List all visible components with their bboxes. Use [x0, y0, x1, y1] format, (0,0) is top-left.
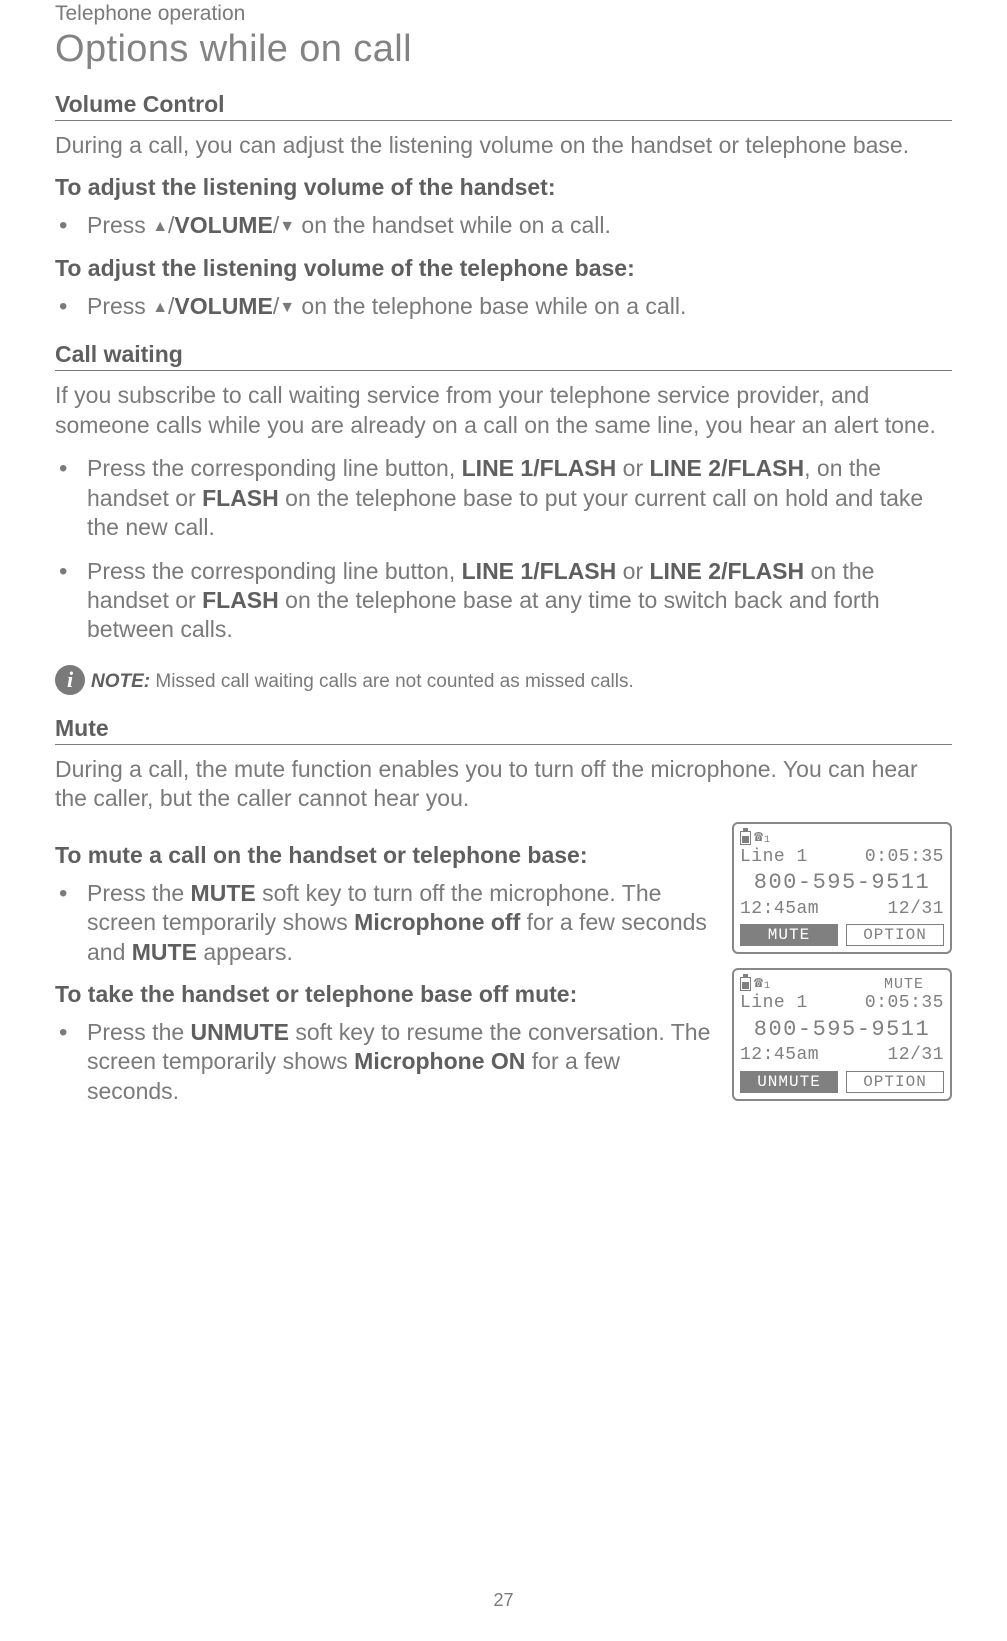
mute-key-label: MUTE — [191, 880, 256, 906]
mute-on-bullet: Press the MUTE soft key to turn off the … — [55, 879, 714, 967]
lcd-timer: 0:05:35 — [865, 846, 944, 869]
mute-on-label: To mute a call on the handset or telepho… — [55, 842, 714, 869]
callwaiting-bullet-1: Press the corresponding line button, LIN… — [55, 454, 952, 542]
lcd-time: 12:45am — [740, 1044, 819, 1067]
triangle-up-icon — [152, 212, 168, 238]
text: on the handset while on a call. — [295, 212, 611, 238]
page-title: Options while on call — [55, 28, 952, 71]
text: Press the — [87, 880, 191, 906]
lcd-time: 12:45am — [740, 898, 819, 921]
line-indicator: 1 — [764, 982, 770, 992]
mic-off-label: Microphone off — [354, 909, 520, 935]
lcd-screen-mute: ☎ 1 Line 1 0:05:35 800-595-9511 12:45am … — [732, 822, 952, 955]
text: Press — [87, 212, 152, 238]
lcd-mute-indicator: MUTE — [884, 976, 924, 993]
volume-word: VOLUME — [174, 212, 272, 238]
triangle-up-icon — [152, 293, 168, 319]
text: Press the corresponding line button, — [87, 558, 462, 584]
volume-base-label: To adjust the listening volume of the te… — [55, 255, 952, 282]
text: appears. — [197, 939, 293, 965]
mute-intro: During a call, the mute function enables… — [55, 755, 952, 814]
page-number: 27 — [0, 1590, 1007, 1611]
unmute-key-label: UNMUTE — [191, 1019, 289, 1045]
lcd-screen-unmute: ☎ 1 MUTE Line 1 0:05:35 800-595-9511 12:… — [732, 968, 952, 1101]
softkey-mute: MUTE — [740, 924, 838, 946]
note-body: Missed call waiting calls are not counte… — [150, 671, 634, 692]
callwaiting-intro: If you subscribe to call waiting service… — [55, 381, 952, 440]
handset-icon: ☎ — [754, 977, 763, 991]
volume-handset-label: To adjust the listening volume of the ha… — [55, 174, 952, 201]
text: on the telephone base while on a call. — [295, 293, 686, 319]
line2-label: LINE 2 — [650, 558, 722, 584]
flash-label: FLASH — [202, 587, 279, 613]
line1-label: LINE 1 — [462, 558, 534, 584]
note-text: NOTE: Missed call waiting calls are not … — [91, 669, 634, 695]
volume-intro: During a call, you can adjust the listen… — [55, 131, 952, 160]
info-icon: i — [55, 665, 85, 695]
text: or — [616, 455, 649, 481]
volume-base-bullet: Press /VOLUME/ on the telephone base whi… — [55, 292, 952, 321]
text: Press — [87, 293, 152, 319]
callwaiting-bullet-2: Press the corresponding line button, LIN… — [55, 557, 952, 645]
flash-label: /FLASH — [721, 558, 804, 584]
note-label: NOTE: — [91, 671, 150, 692]
text: Press the — [87, 1019, 191, 1045]
softkey-option: OPTION — [846, 1071, 944, 1093]
battery-icon — [740, 977, 751, 991]
mute-off-label: To take the handset or telephone base of… — [55, 981, 714, 1008]
section-heading-mute: Mute — [55, 715, 952, 745]
lcd-phone-number: 800-595-9511 — [740, 869, 944, 897]
flash-label: /FLASH — [533, 455, 616, 481]
section-heading-callwaiting: Call waiting — [55, 341, 952, 371]
flash-label: /FLASH — [533, 558, 616, 584]
handset-icon: ☎ — [754, 831, 763, 845]
softkey-option: OPTION — [846, 924, 944, 946]
breadcrumb: Telephone operation — [55, 0, 952, 26]
volume-handset-bullet: Press /VOLUME/ on the handset while on a… — [55, 211, 952, 240]
triangle-down-icon — [279, 212, 295, 238]
flash-label: /FLASH — [721, 455, 804, 481]
lcd-date: 12/31 — [887, 898, 944, 921]
softkey-unmute: UNMUTE — [740, 1071, 838, 1093]
lcd-line-label: Line 1 — [740, 846, 808, 869]
lcd-timer: 0:05:35 — [865, 992, 944, 1015]
note-row: i NOTE: Missed call waiting calls are no… — [55, 665, 952, 695]
mic-on-label: Microphone ON — [354, 1048, 525, 1074]
line-indicator: 1 — [764, 836, 770, 846]
lcd-line-label: Line 1 — [740, 992, 808, 1015]
text: or — [616, 558, 649, 584]
flash-label: FLASH — [202, 485, 279, 511]
lcd-phone-number: 800-595-9511 — [740, 1016, 944, 1044]
triangle-down-icon — [279, 293, 295, 319]
battery-icon — [740, 831, 751, 845]
line2-label: LINE 2 — [650, 455, 722, 481]
line1-label: LINE 1 — [462, 455, 534, 481]
section-heading-volume: Volume Control — [55, 91, 952, 121]
text: Press the corresponding line button, — [87, 455, 462, 481]
mute-key-label: MUTE — [132, 939, 197, 965]
lcd-date: 12/31 — [887, 1044, 944, 1067]
mute-off-bullet: Press the UNMUTE soft key to resume the … — [55, 1018, 714, 1106]
volume-word: VOLUME — [174, 293, 272, 319]
